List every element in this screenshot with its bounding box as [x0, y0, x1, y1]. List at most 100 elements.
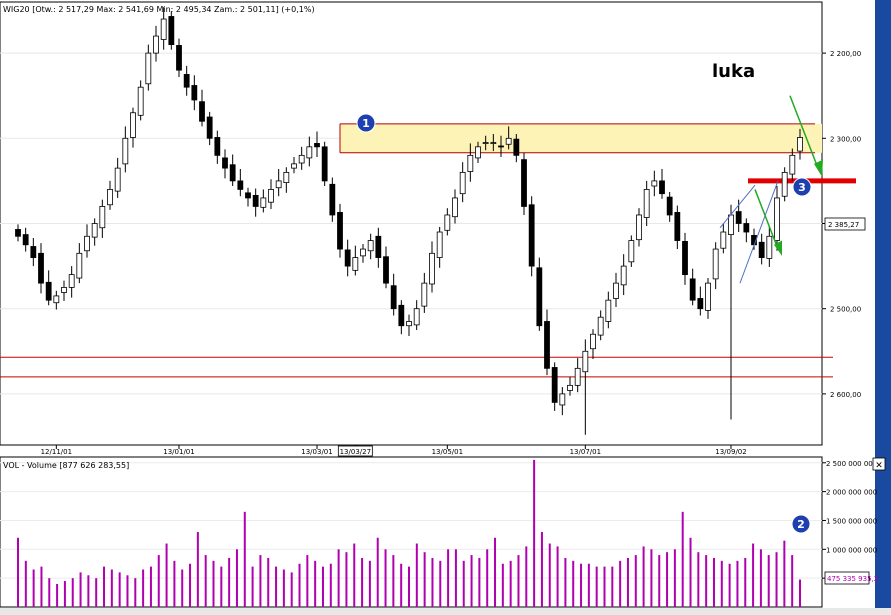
- volume-bar: [666, 552, 669, 607]
- volume-bar: [650, 549, 653, 607]
- volume-bar: [103, 566, 106, 607]
- volume-bar: [251, 566, 254, 607]
- volume-bar: [501, 563, 504, 607]
- candle-body: [697, 298, 704, 310]
- volume-bar: [126, 575, 129, 607]
- candle-body: [582, 350, 589, 373]
- volume-bar: [533, 459, 536, 607]
- volume-tick-label: 2 000 000 000: [826, 489, 877, 497]
- volume-bar: [564, 557, 567, 607]
- volume-bar: [267, 557, 270, 607]
- volume-bar: [173, 560, 176, 607]
- volume-bar: [673, 549, 676, 607]
- candle-body: [766, 235, 773, 259]
- volume-bar: [439, 560, 442, 607]
- volume-bar: [626, 557, 629, 607]
- date-tick-label: 13/03/01: [301, 448, 332, 456]
- candle-body: [781, 171, 788, 197]
- volume-bar: [681, 511, 684, 607]
- candle-body: [275, 180, 282, 189]
- candle-body: [344, 249, 351, 267]
- volume-bar: [752, 543, 755, 607]
- candle-body: [774, 197, 780, 241]
- candle-body: [613, 282, 619, 299]
- volume-bar: [400, 563, 403, 607]
- candle-body: [436, 231, 443, 258]
- volume-bar: [767, 555, 770, 607]
- volume-bar: [212, 560, 215, 607]
- volume-bar: [697, 552, 700, 607]
- candle-body: [222, 157, 228, 169]
- date-tick-label: 13/07/01: [570, 448, 601, 456]
- close-icon[interactable]: ✕: [875, 461, 883, 471]
- volume-bar: [384, 549, 387, 607]
- volume-bar: [634, 555, 637, 607]
- candle-body: [99, 206, 106, 229]
- candle-body: [521, 159, 527, 207]
- volume-bar: [71, 578, 74, 607]
- resistance-band[interactable]: [340, 123, 822, 153]
- candle-body: [107, 189, 113, 206]
- candle-body: [452, 197, 458, 218]
- candle-body: [337, 212, 343, 250]
- volume-bar: [642, 546, 645, 607]
- candle-body: [421, 282, 428, 307]
- volume-panel[interactable]: 500 000 0001 000 000 0001 500 000 0002 0…: [0, 456, 886, 608]
- candle-body: [76, 252, 83, 279]
- volume-bar: [759, 549, 762, 607]
- volume-bar: [470, 555, 473, 607]
- volume-bar: [392, 555, 395, 607]
- volume-bar: [775, 552, 778, 607]
- volume-bar: [118, 572, 121, 607]
- volume-bar: [720, 560, 723, 607]
- volume-bar: [368, 560, 371, 607]
- volume-bar: [736, 560, 739, 607]
- candle-body: [551, 367, 558, 403]
- candle-body: [390, 285, 397, 310]
- volume-bar: [525, 546, 528, 607]
- volume-bar: [63, 581, 66, 607]
- volume-bar: [56, 583, 59, 607]
- candle-body: [728, 214, 734, 235]
- candle-body: [360, 248, 366, 257]
- volume-bar: [728, 563, 731, 607]
- candle-body: [797, 137, 803, 152]
- candle-body: [574, 367, 581, 386]
- volume-bar: [165, 543, 168, 607]
- candle-body: [329, 183, 336, 216]
- price-panel[interactable]: 2 600,002 500,002 400,002 300,002 200,00…: [0, 1, 866, 457]
- volume-bar: [431, 557, 434, 607]
- volume-bar: [799, 579, 801, 607]
- volume-bar: [220, 566, 223, 607]
- candle-body: [298, 154, 305, 164]
- volume-bar: [712, 557, 715, 607]
- candle-body: [321, 146, 328, 182]
- volume-bar: [595, 566, 598, 607]
- volume-bar: [791, 555, 794, 607]
- candle-body: [176, 45, 182, 71]
- candle-body: [160, 18, 167, 40]
- candle-body: [191, 85, 198, 101]
- candle-body: [168, 16, 175, 45]
- chart-window: 2 600,002 500,002 400,002 300,002 200,00…: [0, 0, 891, 615]
- candle-body: [229, 164, 236, 182]
- candle-body: [199, 101, 205, 122]
- candle-body: [628, 240, 635, 263]
- candle-body: [15, 229, 21, 237]
- volume-bar: [509, 560, 512, 607]
- current-price-label: 2 385,27: [828, 221, 859, 229]
- volume-bar: [32, 569, 35, 607]
- candle-body: [705, 282, 711, 311]
- volume-header: VOL - Volume [877 626 283,55]: [3, 461, 129, 470]
- volume-bar: [689, 537, 692, 607]
- candle-body: [567, 384, 573, 391]
- candle-body: [53, 295, 60, 304]
- candle-body: [559, 393, 566, 406]
- candle-body: [375, 235, 382, 258]
- volume-bar: [556, 546, 559, 607]
- volume-bar: [337, 549, 340, 607]
- volume-bar: [181, 569, 184, 607]
- candle-body: [482, 142, 489, 144]
- gap-annotation: luka: [712, 61, 755, 82]
- candle-body: [367, 240, 374, 252]
